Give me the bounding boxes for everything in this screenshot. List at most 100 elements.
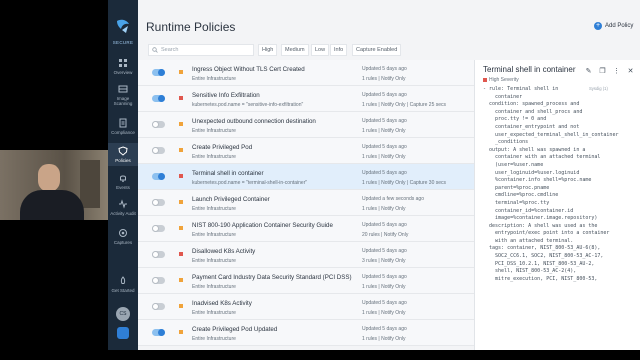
- policy-enabled-toggle[interactable]: [152, 69, 165, 76]
- yaml-line: mitre_execution, PCI, NIST_800-53,: [483, 275, 598, 282]
- policy-updated: Updated 5 days ago: [362, 144, 407, 150]
- policy-detail-panel: Terminal shell in container High Severit…: [474, 60, 640, 350]
- policy-scope: Entire Infrastructure: [192, 258, 236, 264]
- copy-icon[interactable]: ❐: [599, 68, 606, 75]
- edit-icon[interactable]: ✎: [585, 68, 592, 75]
- rail-item-compliance[interactable]: Compliance: [108, 118, 138, 135]
- policy-row[interactable]: Launch Privileged Container Entire Infras…: [138, 190, 474, 216]
- yaml-line: entrypoint/exec point into a container: [483, 230, 610, 237]
- policy-row[interactable]: Disallowed K8s Activity Entire Infrastruc…: [138, 242, 474, 268]
- policy-scope: Entire Infrastructure: [192, 284, 236, 290]
- logo-icon: [117, 19, 129, 33]
- policy-updated: Updated 5 days ago: [362, 222, 407, 228]
- severity-medium-icon: [179, 330, 183, 334]
- policy-enabled-toggle[interactable]: [152, 303, 165, 310]
- yaml-line: user_loginuid=%user.loginuid: [483, 169, 580, 176]
- yaml-line: parent=%proc.pname: [483, 184, 550, 191]
- severity-high-icon: [179, 252, 183, 256]
- rail-item-captures[interactable]: Captures: [108, 228, 138, 245]
- filter-high[interactable]: High: [258, 44, 278, 56]
- detail-title: Terminal shell in container: [483, 65, 576, 74]
- search-input[interactable]: Search: [148, 44, 254, 56]
- policy-row[interactable]: Sensitive Info Exfiltration kubernetes.po…: [138, 86, 474, 112]
- policy-rules: 1 rules | Notify Only: [362, 128, 406, 134]
- chat-icon[interactable]: [117, 327, 129, 339]
- policy-rules: 1 rules | Notify Only | Capture 30 secs: [362, 180, 447, 186]
- letterbox-bar: [0, 350, 640, 360]
- policy-scope: kubernetes.pod.name = "terminal-shell-in…: [192, 180, 308, 186]
- policy-row[interactable]: NIST 800-190 Application Container Secur…: [138, 216, 474, 242]
- yaml-line: cmdline=%proc.cmdline: [483, 192, 559, 199]
- add-policy-label: Add Policy: [605, 23, 634, 29]
- policy-row[interactable]: Terminal shell in container kubernetes.po…: [138, 164, 474, 190]
- close-icon[interactable]: ✕: [627, 68, 634, 75]
- rail-label: Policies: [115, 158, 131, 163]
- policy-row[interactable]: Payment Card Industry Data Security Stan…: [138, 268, 474, 294]
- policy-enabled-toggle[interactable]: [152, 329, 165, 336]
- brand-label: SECURE: [112, 40, 134, 45]
- severity-high-icon: [179, 96, 183, 100]
- policy-name: Disallowed K8s Activity: [192, 248, 256, 255]
- severity-medium-icon: [179, 278, 183, 282]
- policy-row[interactable]: Create Privileged Pod Updated Entire Infr…: [138, 320, 474, 346]
- rule-yaml: - rule: Terminal shell in container cond…: [483, 86, 633, 283]
- policy-rules: 3 rules | Notify Only: [362, 258, 406, 264]
- policy-row[interactable]: Ingress Object Without TLS Cert Created E…: [138, 60, 474, 86]
- policy-enabled-toggle[interactable]: [152, 173, 165, 180]
- policy-row[interactable]: Inadvised K8s Activity Entire Infrastruct…: [138, 294, 474, 320]
- policy-rules: 20 rules | Notify Only: [362, 232, 409, 238]
- yaml-line: description: A shell was used as the: [483, 222, 598, 229]
- policy-name: Unexpected outbound connection destinati…: [192, 118, 316, 125]
- shield-icon: [118, 146, 128, 156]
- avatar[interactable]: CS: [116, 307, 130, 321]
- policy-row[interactable]: Create Privileged Pod Entire Infrastructu…: [138, 138, 474, 164]
- add-policy-button[interactable]: + Add Policy: [594, 22, 633, 30]
- policy-updated: Updated 5 days ago: [362, 248, 407, 254]
- rail-label: Get Started: [111, 288, 135, 293]
- rail-item-image-scanning[interactable]: Image Scanning: [108, 84, 138, 106]
- policy-enabled-toggle[interactable]: [152, 225, 165, 232]
- activity-icon: [119, 199, 127, 209]
- policy-enabled-toggle[interactable]: [152, 121, 165, 128]
- rail-item-get-started[interactable]: Get Started: [108, 276, 138, 293]
- rail-item-activity-audit[interactable]: Activity Audit: [108, 199, 138, 216]
- filter-info[interactable]: Info: [330, 44, 348, 56]
- policy-enabled-toggle[interactable]: [152, 251, 165, 258]
- filter-medium[interactable]: Medium: [281, 44, 309, 56]
- yaml-line: container_entrypoint and not: [483, 123, 580, 130]
- page-title: Runtime Policies: [146, 20, 236, 34]
- app-window: SECURE Overview Image Scanning Complianc…: [108, 0, 640, 350]
- detail-actions: ✎ ❐ ⋮ ✕: [585, 68, 634, 75]
- policy-enabled-toggle[interactable]: [152, 147, 165, 154]
- rail-item-events[interactable]: Events: [108, 173, 138, 190]
- more-icon[interactable]: ⋮: [613, 68, 620, 75]
- rail-label: Compliance: [111, 130, 135, 135]
- filter-low[interactable]: Low: [311, 44, 330, 56]
- rail-label: Image Scanning: [113, 96, 133, 106]
- policy-scope: kubernetes.pod.name = "sensitive-info-ex…: [192, 102, 304, 108]
- grid-icon: [119, 59, 127, 67]
- severity-high-icon: [483, 78, 487, 82]
- policy-list: Ingress Object Without TLS Cert Created E…: [138, 60, 474, 350]
- rail-item-overview[interactable]: Overview: [108, 58, 138, 75]
- filter-capture-enabled[interactable]: Capture Enabled: [352, 44, 402, 56]
- policy-row[interactable]: Unexpected outbound connection destinati…: [138, 112, 474, 138]
- policy-enabled-toggle[interactable]: [152, 277, 165, 284]
- policy-updated: Updated 5 days ago: [362, 92, 407, 98]
- rail-item-policies[interactable]: Policies: [108, 143, 138, 166]
- policy-enabled-toggle[interactable]: [152, 95, 165, 102]
- policy-rules: 1 rules | Notify Only: [362, 76, 406, 82]
- yaml-line: image=%container.image.repository): [483, 215, 598, 222]
- policy-name: NIST 800-190 Application Container Secur…: [192, 222, 333, 229]
- policy-updated: Updated 5 days ago: [362, 274, 407, 280]
- policy-enabled-toggle[interactable]: [152, 199, 165, 206]
- policy-rules: 1 rules | Notify Only: [362, 310, 406, 316]
- scan-icon: [118, 85, 128, 93]
- severity-medium-icon: [179, 200, 183, 204]
- yaml-line: container with an attached terminal: [483, 154, 601, 161]
- rocket-icon: [120, 276, 126, 284]
- detail-severity: High Severity: [483, 77, 519, 83]
- detail-severity-label: High Severity: [489, 77, 519, 83]
- yaml-line: container and shell_procs and: [483, 108, 583, 115]
- yaml-line: terminal=%proc.tty: [483, 199, 550, 206]
